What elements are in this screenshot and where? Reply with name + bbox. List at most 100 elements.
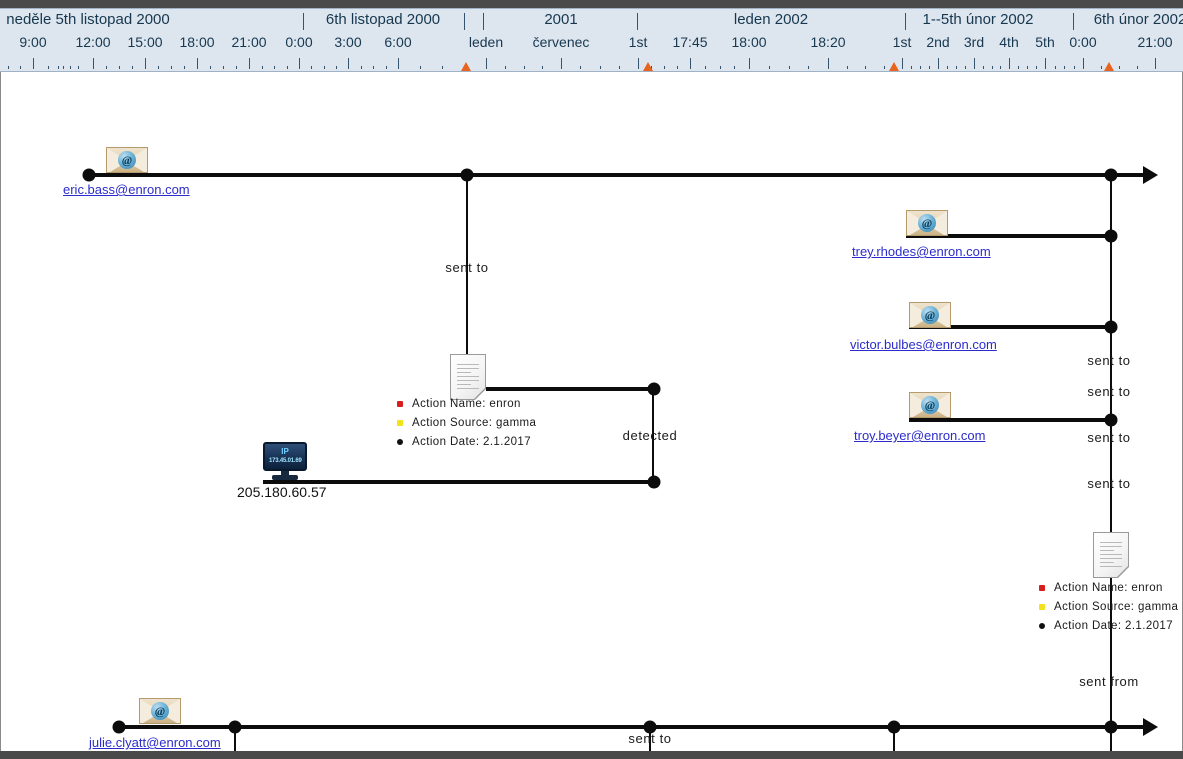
timeline-event-marker[interactable] <box>461 62 471 71</box>
timeline-event-node[interactable] <box>112 720 126 734</box>
attribute-text: Action Name: enron <box>1054 581 1163 594</box>
attribute-text: Action Source: gamma <box>1054 600 1179 613</box>
monitor-icon[interactable]: IP 173.45.01.69 <box>263 442 307 480</box>
timeline-event-node[interactable] <box>647 382 661 396</box>
ruler-tick-minor <box>580 66 581 69</box>
entity-timeline-line[interactable] <box>89 173 1143 177</box>
ruler-tick-minor <box>847 66 848 69</box>
ruler-major-label: neděle 5th listopad 2000 <box>6 11 170 28</box>
ruler-tick-minor <box>600 66 601 69</box>
ruler-tick-major <box>486 58 487 69</box>
entity-timeline-line[interactable] <box>119 725 1143 729</box>
ruler-tick-minor <box>324 66 325 69</box>
ruler-tick-minor <box>420 66 421 69</box>
ruler-tick-minor <box>992 66 993 69</box>
ruler-tick-minor <box>911 66 912 69</box>
ruler-tick-major <box>348 58 349 69</box>
ruler-tick-major <box>93 58 94 69</box>
ruler-tick-minor <box>1027 66 1028 69</box>
ruler-minor-label: 17:45 <box>672 34 708 50</box>
ruler-major-label: 6th listopad 2000 <box>325 11 441 28</box>
document-icon[interactable] <box>1093 532 1129 578</box>
attribute-text: Action Name: enron <box>412 397 521 410</box>
ruler-minor-label: 3rd <box>963 34 985 50</box>
action-attribute-row: Action Source: gamma <box>397 413 536 432</box>
timeline-event-node[interactable] <box>82 168 96 182</box>
document-fold-corner <box>1118 567 1129 578</box>
relationship-label: sent to <box>628 731 672 746</box>
ruler-tick-minor <box>119 66 120 69</box>
ruler-major-label: 2001 <box>544 11 578 28</box>
ruler-tick-minor <box>236 66 237 69</box>
ruler-tick-minor <box>158 66 159 69</box>
ruler-tick-minor <box>132 66 133 69</box>
ruler-tick-major <box>638 58 639 69</box>
document-text-line <box>457 384 471 385</box>
timeline-event-marker[interactable] <box>1104 62 1114 71</box>
ruler-tick-major <box>902 58 903 69</box>
timeline-event-node[interactable] <box>1104 413 1118 427</box>
entity-label-eric-bass[interactable]: eric.bass@enron.com <box>63 182 190 197</box>
action-attribute-row: Action Source: gamma <box>1039 597 1178 616</box>
timeline-event-node[interactable] <box>1104 229 1118 243</box>
ruler-tick-major <box>938 58 939 69</box>
entity-timeline-line[interactable] <box>468 387 654 391</box>
email-icon[interactable]: @ <box>106 147 148 173</box>
ruler-major-label: 1--5th únor 2002 <box>922 11 1034 28</box>
ruler-minor-label: 21:00 <box>231 34 267 50</box>
attribute-bullet-icon <box>1039 622 1045 629</box>
ruler-ticks <box>0 53 1183 69</box>
ruler-major-separator <box>464 13 465 30</box>
ruler-tick-major <box>33 58 34 69</box>
entity-label-julie-clyatt[interactable]: julie.clyatt@enron.com <box>89 735 221 750</box>
ruler-tick-minor <box>769 66 770 69</box>
ruler-minor-label: 1st <box>628 34 648 50</box>
document-text-line <box>1100 558 1122 559</box>
attribute-bullet-icon <box>397 400 403 407</box>
timeline-event-node[interactable] <box>647 475 661 489</box>
entity-timeline-line[interactable] <box>909 418 1111 422</box>
email-icon[interactable]: @ <box>909 392 951 418</box>
ruler-tick-minor <box>1064 66 1065 69</box>
timeline-event-node[interactable] <box>1104 168 1118 182</box>
email-icon[interactable]: @ <box>139 698 181 724</box>
entity-label-troy-beyer[interactable]: troy.beyer@enron.com <box>854 428 985 443</box>
ruler-tick-minor <box>808 66 809 69</box>
ruler-tick-major <box>398 58 399 69</box>
timeline-event-node[interactable] <box>887 720 901 734</box>
entity-label-victor-bulbes[interactable]: victor.bulbes@enron.com <box>850 337 997 352</box>
at-sign-icon: @ <box>921 396 939 414</box>
relationship-label: sent to <box>445 260 489 275</box>
timeline-event-node[interactable] <box>1104 720 1118 734</box>
email-icon[interactable]: @ <box>906 210 948 236</box>
ruler-tick-minor <box>386 66 387 69</box>
ruler-major-label: 6th únor 2002 <box>1093 11 1183 28</box>
ruler-tick-major <box>299 58 300 69</box>
timeline-event-node[interactable] <box>460 168 474 182</box>
ruler-minor-label: 4th <box>999 34 1019 50</box>
graph-canvas[interactable]: sent to detected sent to sent to sent to sent… <box>0 72 1183 751</box>
ruler-tick-minor <box>336 66 337 69</box>
document-text-line <box>457 380 479 381</box>
entity-label-trey-rhodes[interactable]: trey.rhodes@enron.com <box>852 244 991 259</box>
ruler-minor-label: 3:00 <box>334 34 362 50</box>
email-icon[interactable]: @ <box>909 302 951 328</box>
ruler-tick-major <box>145 58 146 69</box>
timeline-event-node[interactable] <box>228 720 242 734</box>
timeline-event-marker[interactable] <box>889 62 899 71</box>
ruler-tick-minor <box>1101 66 1102 69</box>
document-text-line <box>1100 554 1122 555</box>
entity-label-ip-host: 205.180.60.57 <box>237 484 327 500</box>
attribute-bullet-icon <box>397 438 403 445</box>
timeline-ruler[interactable]: neděle 5th listopad 2000 6th listopad 200… <box>0 8 1183 72</box>
timeline-event-node[interactable] <box>1104 320 1118 334</box>
ruler-tick-major <box>197 58 198 69</box>
timeline-event-marker[interactable] <box>643 62 653 71</box>
document-text-line <box>1100 550 1114 551</box>
ruler-tick-minor <box>58 66 59 69</box>
ruler-minor-label: 18:00 <box>179 34 215 50</box>
monitor-base <box>272 475 298 480</box>
ruler-minor-label: červenec <box>532 34 590 50</box>
ruler-tick-major <box>561 58 562 69</box>
ruler-tick-minor <box>677 66 678 69</box>
